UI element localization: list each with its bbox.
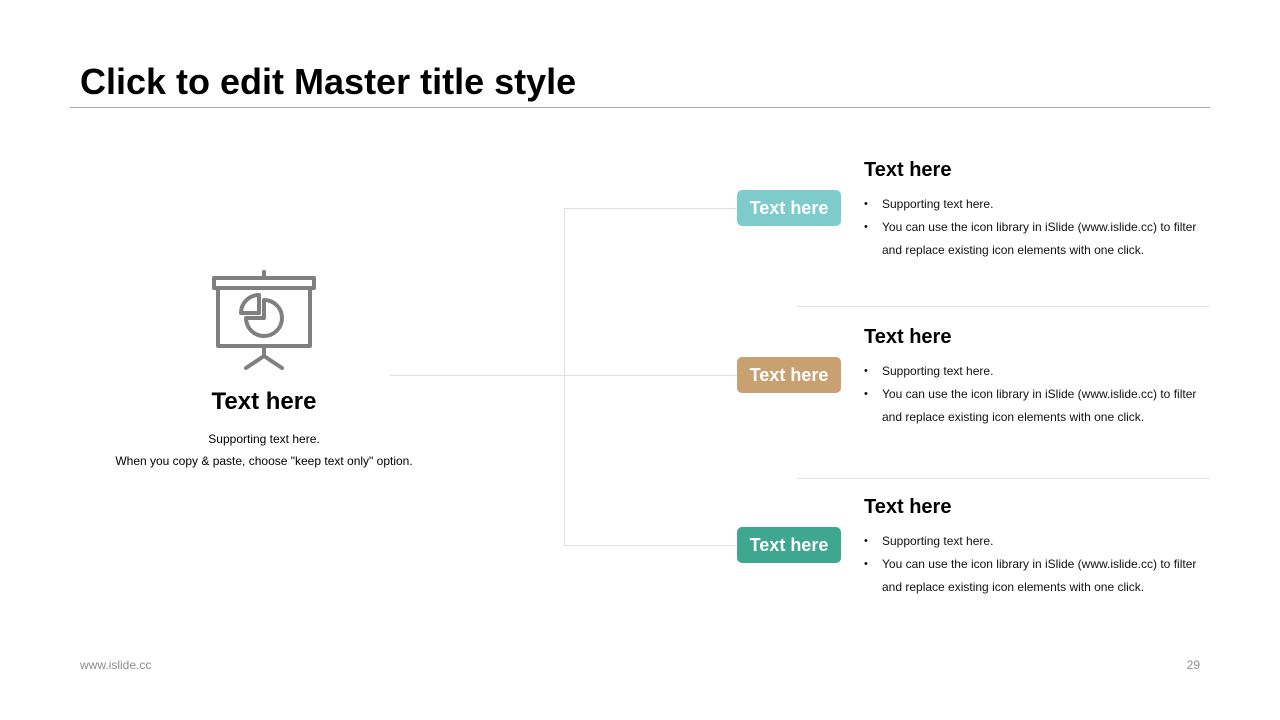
presentation-board-pie-chart-icon <box>212 270 316 370</box>
bullet: Supporting text here. <box>864 360 1210 383</box>
item-1-bullets: Supporting text here. You can use the ic… <box>864 193 1210 262</box>
left-block: Text here Supporting text here. When you… <box>84 268 444 472</box>
footer-website[interactable]: www.islide.cc <box>80 658 151 672</box>
item-1-heading: Text here <box>864 159 952 181</box>
item-2-heading: Text here <box>864 326 952 348</box>
left-copy-paste-note: When you copy & paste, choose "keep text… <box>115 454 413 468</box>
bullet: Supporting text here. <box>864 193 1210 216</box>
item-3-heading: Text here <box>864 496 952 518</box>
left-heading: Text here <box>211 388 317 415</box>
tag-2[interactable]: Text here <box>737 357 841 393</box>
section-divider-1 <box>797 306 1210 307</box>
section-divider-2 <box>797 478 1210 479</box>
item-2: Text here Supporting text here. You can … <box>864 324 1210 429</box>
item-1: Text here Supporting text here. You can … <box>864 157 1210 262</box>
left-supporting-text: Supporting text here. <box>208 432 320 446</box>
item-2-bullets: Supporting text here. You can use the ic… <box>864 360 1210 429</box>
page-number: 29 <box>1186 658 1200 672</box>
bullet: Supporting text here. <box>864 530 1210 553</box>
item-3: Text here Supporting text here. You can … <box>864 494 1210 599</box>
tag-3[interactable]: Text here <box>737 527 841 563</box>
tag-1[interactable]: Text here <box>737 190 841 226</box>
bullet: You can use the icon library in iSlide (… <box>864 216 1210 262</box>
bullet: You can use the icon library in iSlide (… <box>864 553 1210 599</box>
bullet: You can use the icon library in iSlide (… <box>864 383 1210 429</box>
item-3-bullets: Supporting text here. You can use the ic… <box>864 530 1210 599</box>
